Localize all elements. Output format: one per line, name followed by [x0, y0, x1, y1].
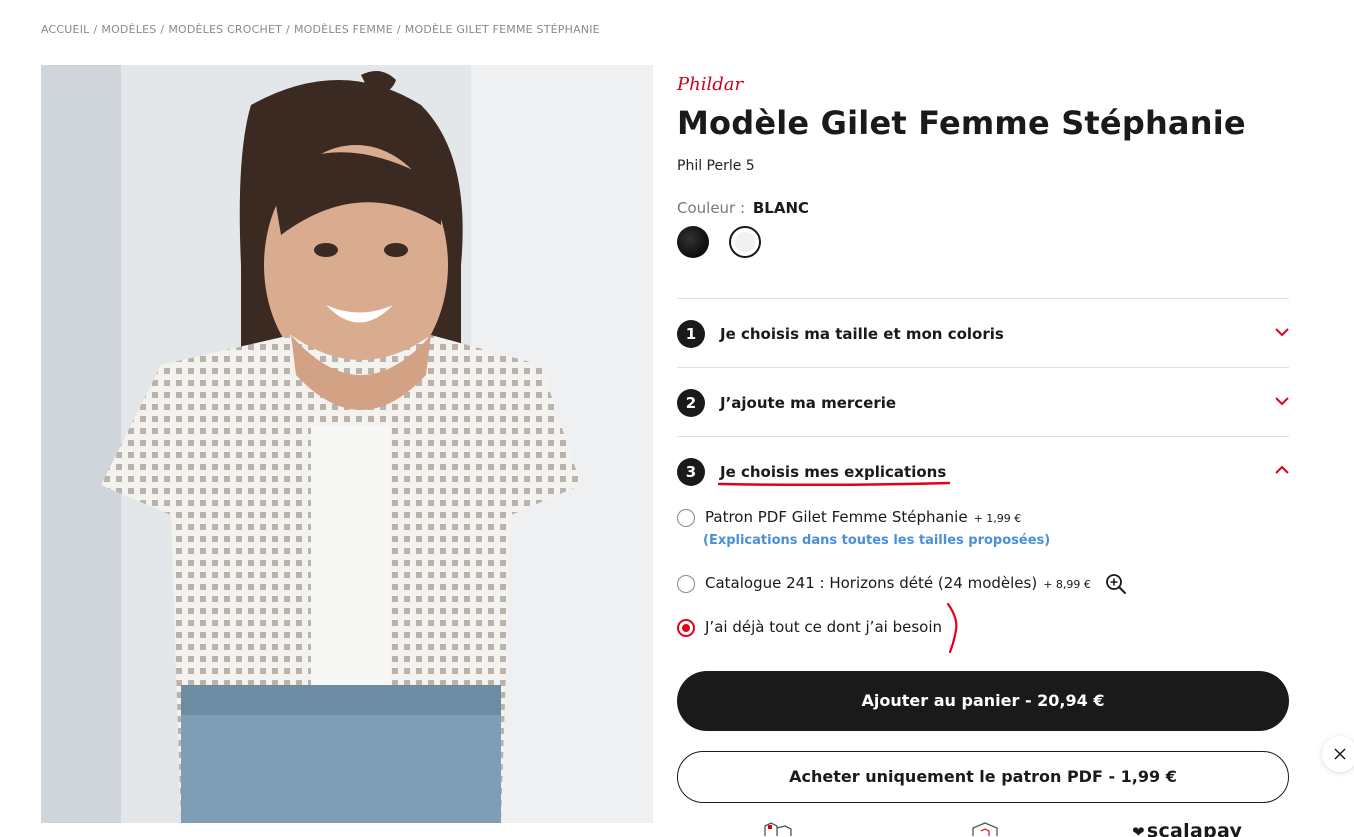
package-icon — [972, 822, 998, 836]
option-catalogue[interactable]: Catalogue 241 : Horizons dété (24 modèle… — [677, 574, 1137, 596]
radio-button[interactable] — [677, 509, 695, 527]
product-photo-illustration — [41, 65, 653, 823]
breadcrumb-separator: / — [396, 23, 401, 36]
breadcrumb-modeles-crochet[interactable]: MODÈLES CROCHET — [168, 23, 282, 36]
step-label: J’ajoute ma mercerie — [720, 394, 897, 412]
breadcrumb-modeles[interactable]: MODÈLES — [101, 23, 156, 36]
close-button[interactable] — [1322, 736, 1354, 772]
option-price: + 8,99 € — [1043, 578, 1091, 591]
option-pdf-pattern[interactable]: Patron PDF Gilet Femme Stéphanie + 1,99 €… — [677, 508, 1077, 552]
radio-button[interactable] — [677, 575, 695, 593]
step-size-color[interactable]: 1 Je choisis ma taille et mon coloris — [677, 298, 1289, 367]
product-photo[interactable] — [41, 65, 653, 823]
annotation-bracket — [946, 602, 958, 654]
color-swatch-white[interactable] — [729, 226, 761, 258]
breadcrumb-separator: / — [93, 23, 98, 36]
step-label: Je choisis ma taille et mon coloris — [720, 325, 1004, 343]
breadcrumb-modeles-femme[interactable]: MODÈLES FEMME — [294, 23, 393, 36]
chevron-up-icon — [1275, 465, 1289, 474]
color-selector-label: Couleur : BLANC — [677, 199, 809, 217]
step-notions[interactable]: 2 J’ajoute ma mercerie — [677, 367, 1289, 436]
option-label: J’ai déjà tout ce dont j’ai besoin — [705, 618, 942, 636]
heart-icon: ❤ — [1132, 823, 1145, 837]
brand-logo[interactable]: Phildar — [677, 74, 743, 95]
color-swatch-black[interactable] — [677, 226, 709, 258]
zoom-in-icon[interactable] — [1105, 573, 1127, 595]
close-icon — [1334, 748, 1346, 760]
document-icon — [764, 822, 792, 836]
radio-button-selected[interactable] — [677, 619, 695, 637]
option-label: Patron PDF Gilet Femme Stéphanie — [705, 508, 968, 526]
breadcrumb-separator: / — [286, 23, 290, 36]
step-instructions[interactable]: 3 Je choisis mes explications — [677, 436, 1289, 505]
scalapay-label: scalapay — [1146, 820, 1243, 837]
color-label: Couleur : — [677, 199, 746, 217]
product-yarn: Phil Perle 5 — [677, 158, 755, 174]
option-price: + 1,99 € — [973, 512, 1022, 525]
step-number: 2 — [677, 389, 705, 417]
annotation-underline — [718, 481, 950, 487]
buy-pdf-button[interactable]: Acheter uniquement le patron PDF - 1,99 … — [677, 751, 1289, 803]
chevron-down-icon — [1275, 397, 1289, 406]
breadcrumb: ACCUEIL / MODÈLES / MODÈLES CROCHET / MODÈLES … — [41, 23, 600, 36]
option-note: (Explications dans toutes les tailles pr… — [703, 533, 1051, 548]
option-label: Catalogue 241 : Horizons dété (24 modèle… — [705, 574, 1038, 592]
step-number: 3 — [677, 458, 705, 486]
step-label: Je choisis mes explications — [720, 463, 947, 481]
step-number: 1 — [677, 320, 705, 348]
scalapay-logo: ❤ scalapay — [1132, 820, 1242, 837]
option-nothing-needed[interactable]: J’ai déjà tout ce dont j’ai besoin — [677, 618, 957, 640]
chevron-down-icon — [1275, 328, 1289, 337]
color-value: BLANC — [752, 199, 810, 217]
breadcrumb-separator: / — [160, 23, 165, 36]
page-title: Modèle Gilet Femme Stéphanie — [677, 104, 1246, 142]
breadcrumb-current: MODÈLE GILET FEMME STÉPHANIE — [404, 23, 600, 36]
add-to-cart-button[interactable]: Ajouter au panier - 20,94 € — [677, 671, 1289, 731]
breadcrumb-accueil[interactable]: ACCUEIL — [41, 23, 89, 36]
